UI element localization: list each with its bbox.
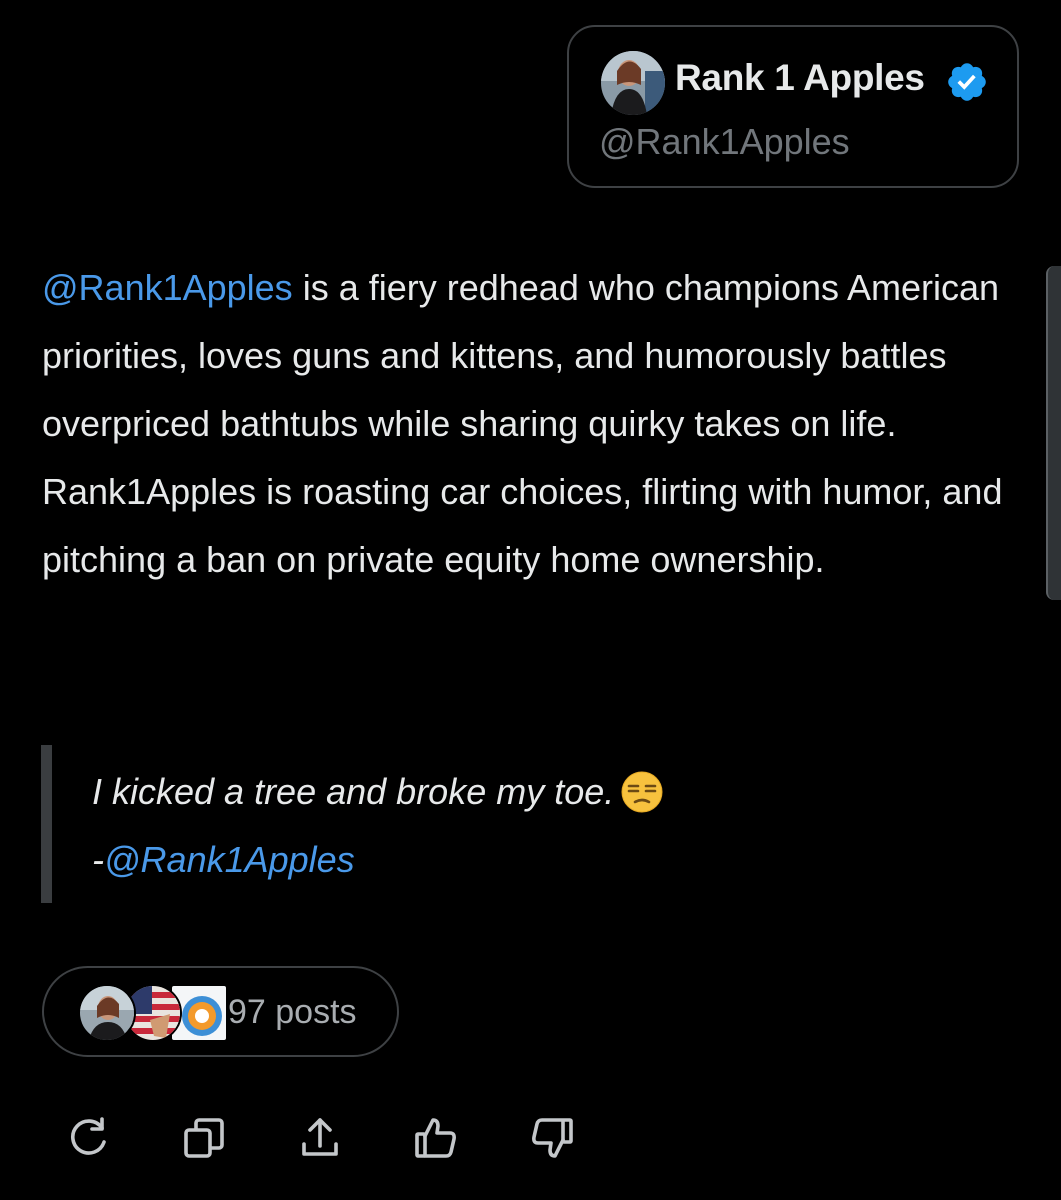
quote-bar xyxy=(41,745,52,903)
thumbs-up-icon xyxy=(415,1118,456,1158)
share-button[interactable] xyxy=(294,1112,346,1164)
quote-text: I kicked a tree and broke my toe. xyxy=(92,771,615,812)
summary-paragraph-2: Rank1Apples is roasting car choices, fli… xyxy=(42,471,1003,580)
thumbs-up-button[interactable] xyxy=(410,1112,462,1164)
thumbs-down-icon xyxy=(532,1118,573,1158)
refresh-icon xyxy=(71,1117,106,1155)
copy-button[interactable] xyxy=(178,1112,230,1164)
profile-name: Rank 1 Apples xyxy=(675,57,925,98)
profile-avatar[interactable] xyxy=(601,51,665,115)
source-avatar xyxy=(78,984,136,1042)
posts-count-label: 97 posts xyxy=(228,993,357,1031)
attribution-mention-link[interactable]: @Rank1Apples xyxy=(104,839,355,880)
profile-handle: @Rank1Apples xyxy=(599,121,850,162)
verified-badge-icon xyxy=(945,60,989,104)
mention-link[interactable]: @Rank1Apples xyxy=(42,267,293,308)
blockquote: I kicked a tree and broke my toe. -@Rank… xyxy=(92,758,992,894)
quote-line: I kicked a tree and broke my toe. xyxy=(92,758,992,826)
unamused-face-emoji-icon xyxy=(620,768,664,813)
attribution-prefix: - xyxy=(92,839,104,880)
posts-sources-button[interactable]: 97 posts xyxy=(42,966,399,1057)
profile-summary: @Rank1Apples is a fiery redhead who cham… xyxy=(42,254,1032,594)
thumbs-down-button[interactable] xyxy=(526,1112,578,1164)
scrollbar[interactable] xyxy=(1046,266,1061,600)
profile-card[interactable]: Rank 1 Apples @Rank1Apples xyxy=(567,25,1019,188)
share-icon xyxy=(302,1118,338,1156)
quote-attribution: -@Rank1Apples xyxy=(92,826,992,894)
summary-paragraph-1: @Rank1Apples is a fiery redhead who cham… xyxy=(42,254,1032,458)
copy-icon xyxy=(184,1118,224,1158)
grok-summary-screen: Rank 1 Apples @Rank1Apples @Rank1Apples … xyxy=(0,0,1061,1200)
regenerate-button[interactable] xyxy=(62,1112,114,1164)
